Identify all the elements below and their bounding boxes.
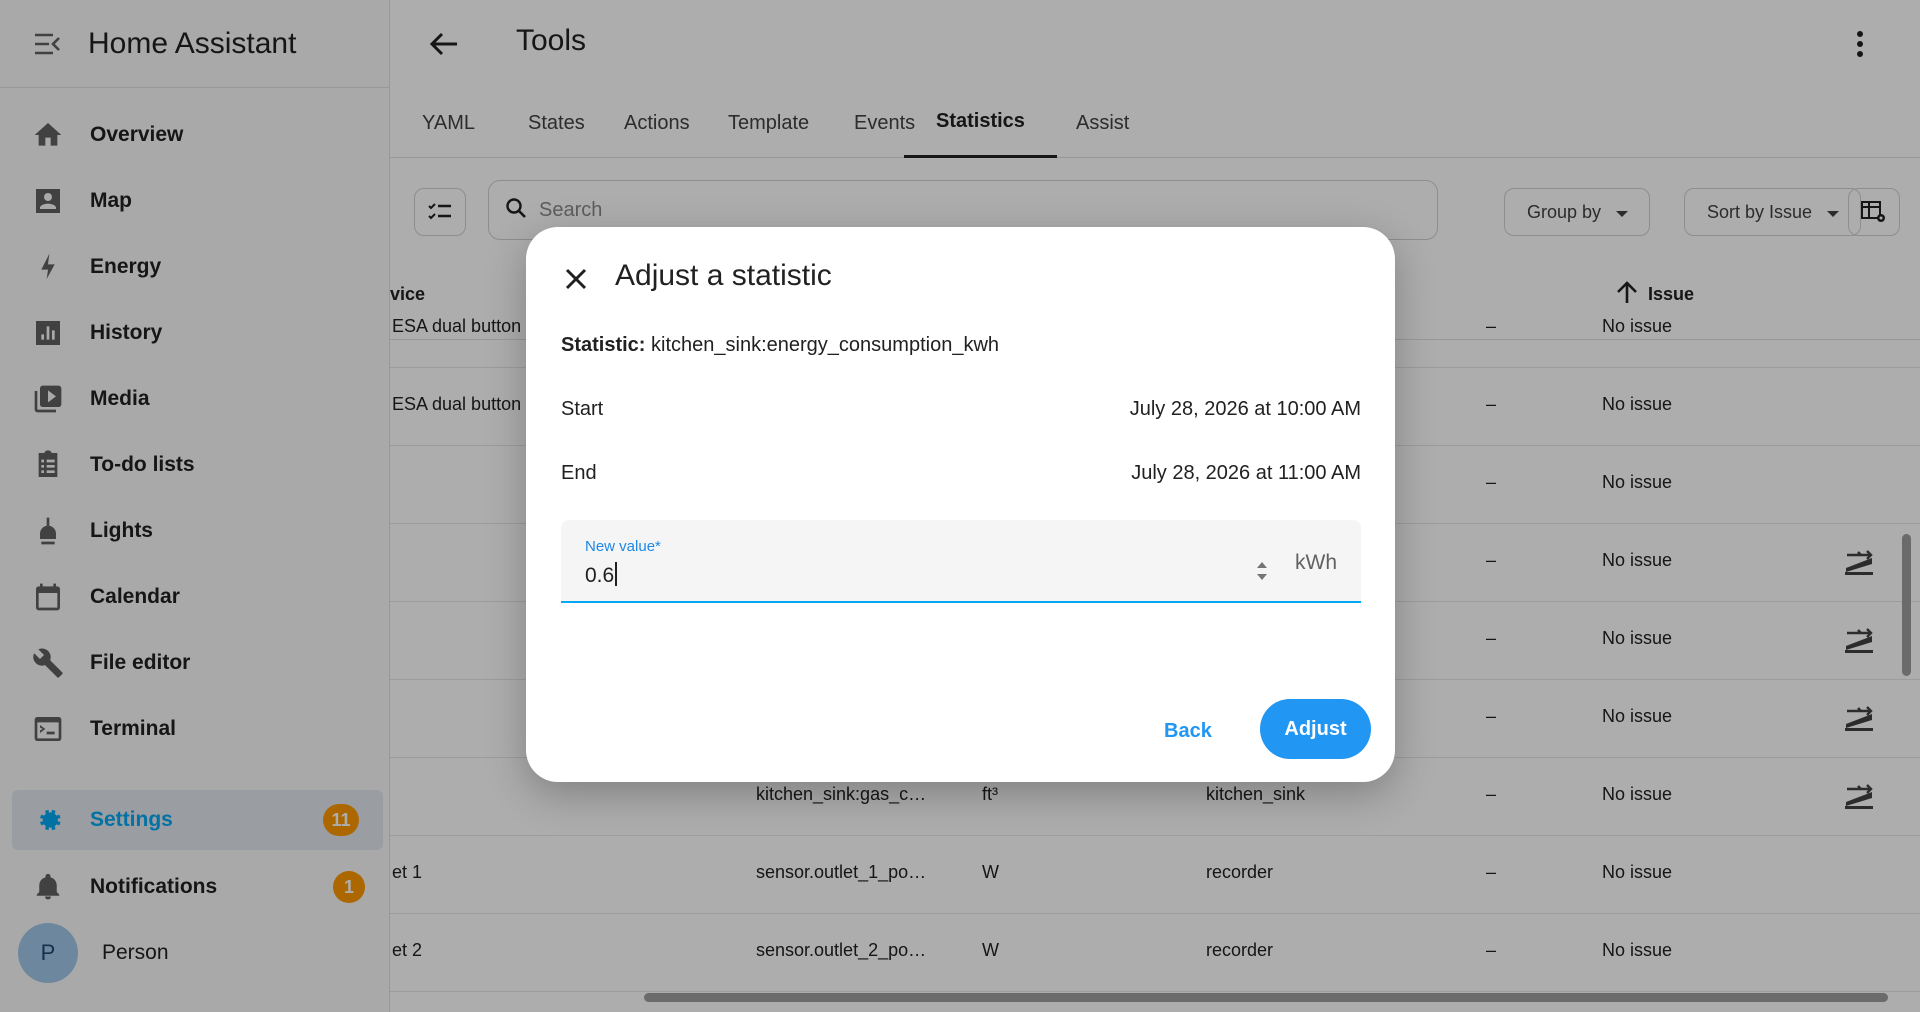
spinner-arrows-icon[interactable]: [1255, 558, 1269, 584]
start-value: July 28, 2026 at 10:00 AM: [1129, 398, 1361, 420]
unit-suffix: kWh: [1295, 551, 1337, 574]
statistic-label: Statistic:: [561, 334, 646, 356]
adjust-statistic-dialog: Adjust a statistic Statistic: kitchen_si…: [526, 227, 1395, 782]
end-label: End: [561, 462, 597, 484]
adjust-button[interactable]: Adjust: [1260, 699, 1371, 759]
start-label: Start: [561, 398, 604, 420]
new-value-input[interactable]: 0.6: [585, 562, 618, 588]
statistic-id: kitchen_sink:energy_consumption_kwh: [651, 334, 1000, 356]
end-row: End July 28, 2026 at 11:00 AM: [561, 462, 1361, 485]
new-value-label: New value*: [585, 538, 661, 555]
back-button[interactable]: Back: [1152, 712, 1224, 751]
start-row: Start July 28, 2026 at 10:00 AM: [561, 398, 1361, 421]
end-value: July 28, 2026 at 11:00 AM: [1131, 462, 1361, 484]
new-value-text: 0.6: [585, 564, 615, 587]
new-value-field[interactable]: New value* 0.6 kWh: [561, 520, 1361, 603]
text-caret: [615, 562, 618, 586]
statistic-line: Statistic: kitchen_sink:energy_consumpti…: [561, 334, 999, 357]
close-icon[interactable]: [558, 261, 594, 297]
dialog-title: Adjust a statistic: [615, 259, 832, 292]
